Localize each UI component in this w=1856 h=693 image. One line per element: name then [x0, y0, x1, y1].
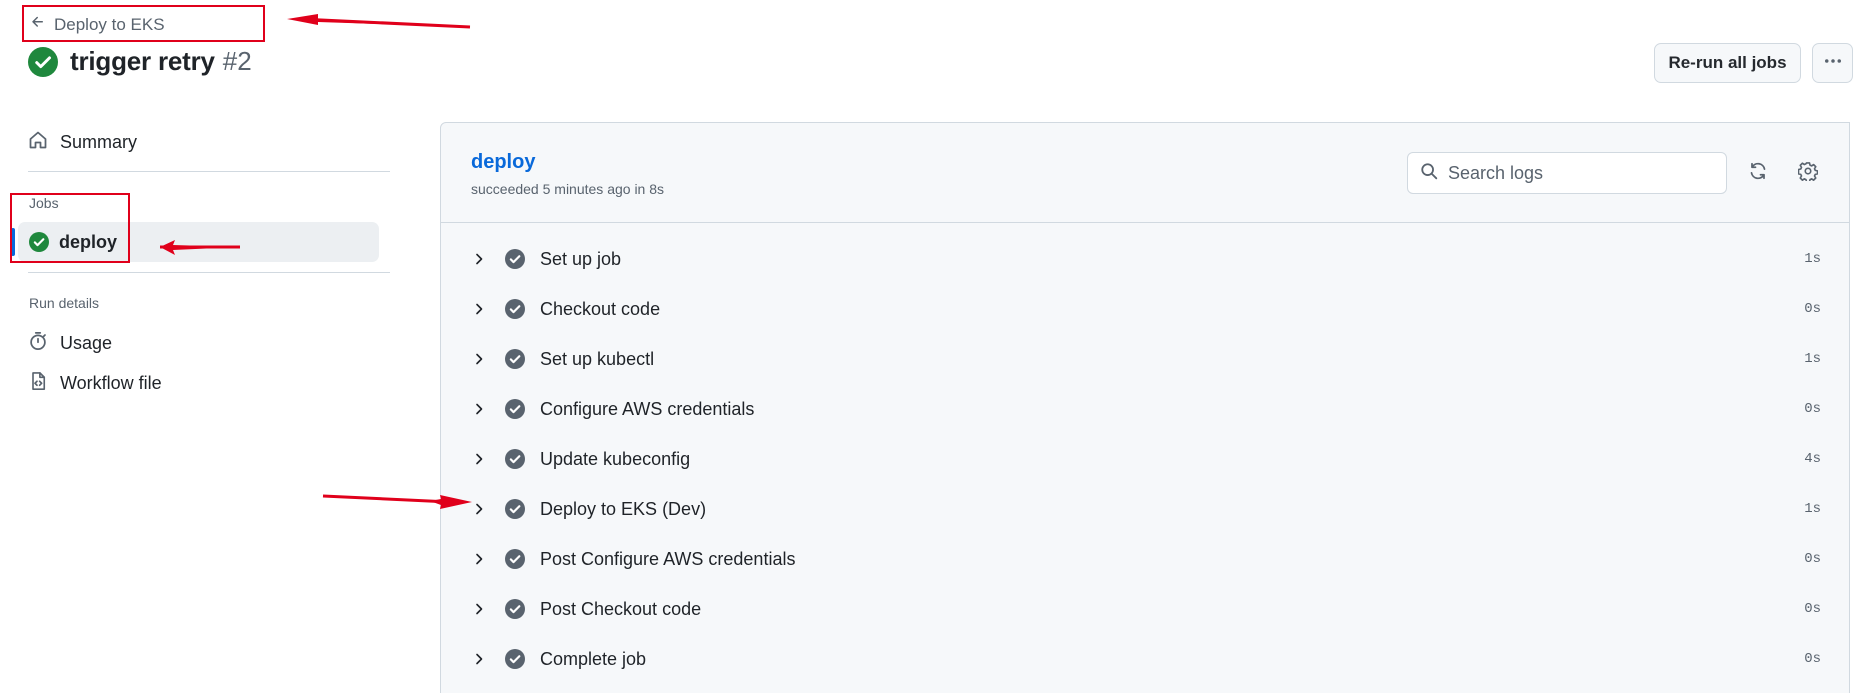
- rerun-all-jobs-button[interactable]: Re-run all jobs: [1654, 43, 1801, 83]
- sidebar-divider: [28, 171, 390, 172]
- step-row[interactable]: Set up kubectl 1s: [441, 334, 1849, 384]
- step-duration: 0s: [1804, 651, 1821, 667]
- chevron-right-icon[interactable]: [471, 401, 487, 417]
- back-link[interactable]: Deploy to EKS: [30, 14, 165, 35]
- step-row[interactable]: Configure AWS credentials 0s: [441, 384, 1849, 434]
- run-number: #2: [222, 46, 252, 76]
- step-row[interactable]: Post Checkout code 0s: [441, 584, 1849, 634]
- run-title-row: trigger retry #2: [28, 46, 252, 77]
- sidebar-item-label: deploy: [59, 231, 118, 252]
- chevron-right-icon[interactable]: [471, 551, 487, 567]
- home-icon: [28, 130, 48, 155]
- step-name: Set up job: [540, 248, 622, 269]
- step-row[interactable]: Deploy to EKS (Dev) 1s: [441, 484, 1849, 534]
- step-check-icon: [505, 499, 525, 519]
- search-logs-input[interactable]: [1448, 162, 1708, 184]
- chevron-right-icon[interactable]: [471, 601, 487, 617]
- step-duration: 0s: [1804, 601, 1821, 617]
- step-duration: 4s: [1804, 451, 1821, 467]
- chevron-right-icon[interactable]: [471, 651, 487, 667]
- step-check-icon: [505, 249, 525, 269]
- step-name: Post Checkout code: [540, 598, 702, 619]
- chevron-right-icon[interactable]: [471, 501, 487, 517]
- arrow-left-icon: [30, 14, 46, 35]
- chevron-right-icon[interactable]: [471, 451, 487, 467]
- sidebar-item-job-deploy[interactable]: deploy: [11, 222, 379, 262]
- gear-icon: [1797, 161, 1819, 186]
- step-name: Set up kubectl: [540, 348, 655, 369]
- job-title-link[interactable]: deploy: [471, 151, 535, 174]
- step-row[interactable]: Set up job 1s: [441, 234, 1849, 284]
- job-log-panel: deploy succeeded 5 minutes ago in 8s Set…: [440, 122, 1850, 693]
- step-name: Update kubeconfig: [540, 448, 691, 469]
- job-status-text: succeeded 5 minutes ago in 8s: [471, 181, 665, 197]
- step-duration: 0s: [1804, 301, 1821, 317]
- step-duration: 0s: [1804, 551, 1821, 567]
- sidebar-item-usage[interactable]: Usage: [28, 331, 112, 356]
- step-duration: 0s: [1804, 401, 1821, 417]
- job-header: deploy succeeded 5 minutes ago in 8s: [441, 123, 1849, 223]
- file-code-icon: [28, 371, 48, 396]
- step-name: Configure AWS credentials: [540, 398, 755, 419]
- step-duration: 1s: [1804, 501, 1821, 517]
- chevron-right-icon[interactable]: [471, 301, 487, 317]
- step-duration: 1s: [1804, 251, 1821, 267]
- success-check-icon: [28, 46, 58, 77]
- step-check-icon: [505, 449, 525, 469]
- step-row[interactable]: Post Configure AWS credentials 0s: [441, 534, 1849, 584]
- sidebar-item-summary[interactable]: Summary: [28, 130, 137, 155]
- step-name: Deploy to EKS (Dev): [540, 498, 707, 519]
- more-options-button[interactable]: [1812, 43, 1853, 83]
- step-row[interactable]: Update kubeconfig 4s: [441, 434, 1849, 484]
- success-check-icon: [29, 232, 49, 252]
- sidebar-item-label: Workflow file: [60, 373, 162, 393]
- refresh-button[interactable]: [1744, 159, 1772, 187]
- search-logs-field[interactable]: [1407, 152, 1727, 194]
- step-row[interactable]: Checkout code 0s: [441, 284, 1849, 334]
- step-check-icon: [505, 549, 525, 569]
- sidebar-item-workflow-file[interactable]: Workflow file: [28, 371, 162, 396]
- search-icon: [1420, 162, 1438, 185]
- step-name: Post Configure AWS credentials: [540, 548, 796, 569]
- step-check-icon: [505, 399, 525, 419]
- step-check-icon: [505, 349, 525, 369]
- step-check-icon: [505, 299, 525, 319]
- step-duration: 1s: [1804, 351, 1821, 367]
- settings-button[interactable]: [1794, 159, 1822, 187]
- step-check-icon: [505, 649, 525, 669]
- steps-list: Set up job 1s Checkout code 0s Set up kubect…: [441, 234, 1849, 684]
- step-check-icon: [505, 599, 525, 619]
- run-title: trigger retry: [70, 46, 215, 76]
- sidebar-divider: [28, 272, 390, 273]
- stopwatch-icon: [28, 331, 48, 356]
- sidebar-item-label: Usage: [60, 333, 113, 353]
- jobs-heading: Jobs: [29, 195, 59, 211]
- step-row[interactable]: Complete job 0s: [441, 634, 1849, 684]
- step-name: Checkout code: [540, 298, 661, 319]
- step-name: Complete job: [540, 648, 647, 669]
- sync-icon: [1748, 161, 1768, 186]
- active-indicator: [11, 228, 15, 256]
- kebab-horizontal-icon: [1823, 51, 1843, 76]
- run-details-heading: Run details: [29, 295, 100, 311]
- chevron-right-icon[interactable]: [471, 351, 487, 367]
- back-link-label: Deploy to EKS: [54, 14, 165, 34]
- chevron-right-icon[interactable]: [471, 251, 487, 267]
- sidebar-item-label: Summary: [60, 132, 138, 152]
